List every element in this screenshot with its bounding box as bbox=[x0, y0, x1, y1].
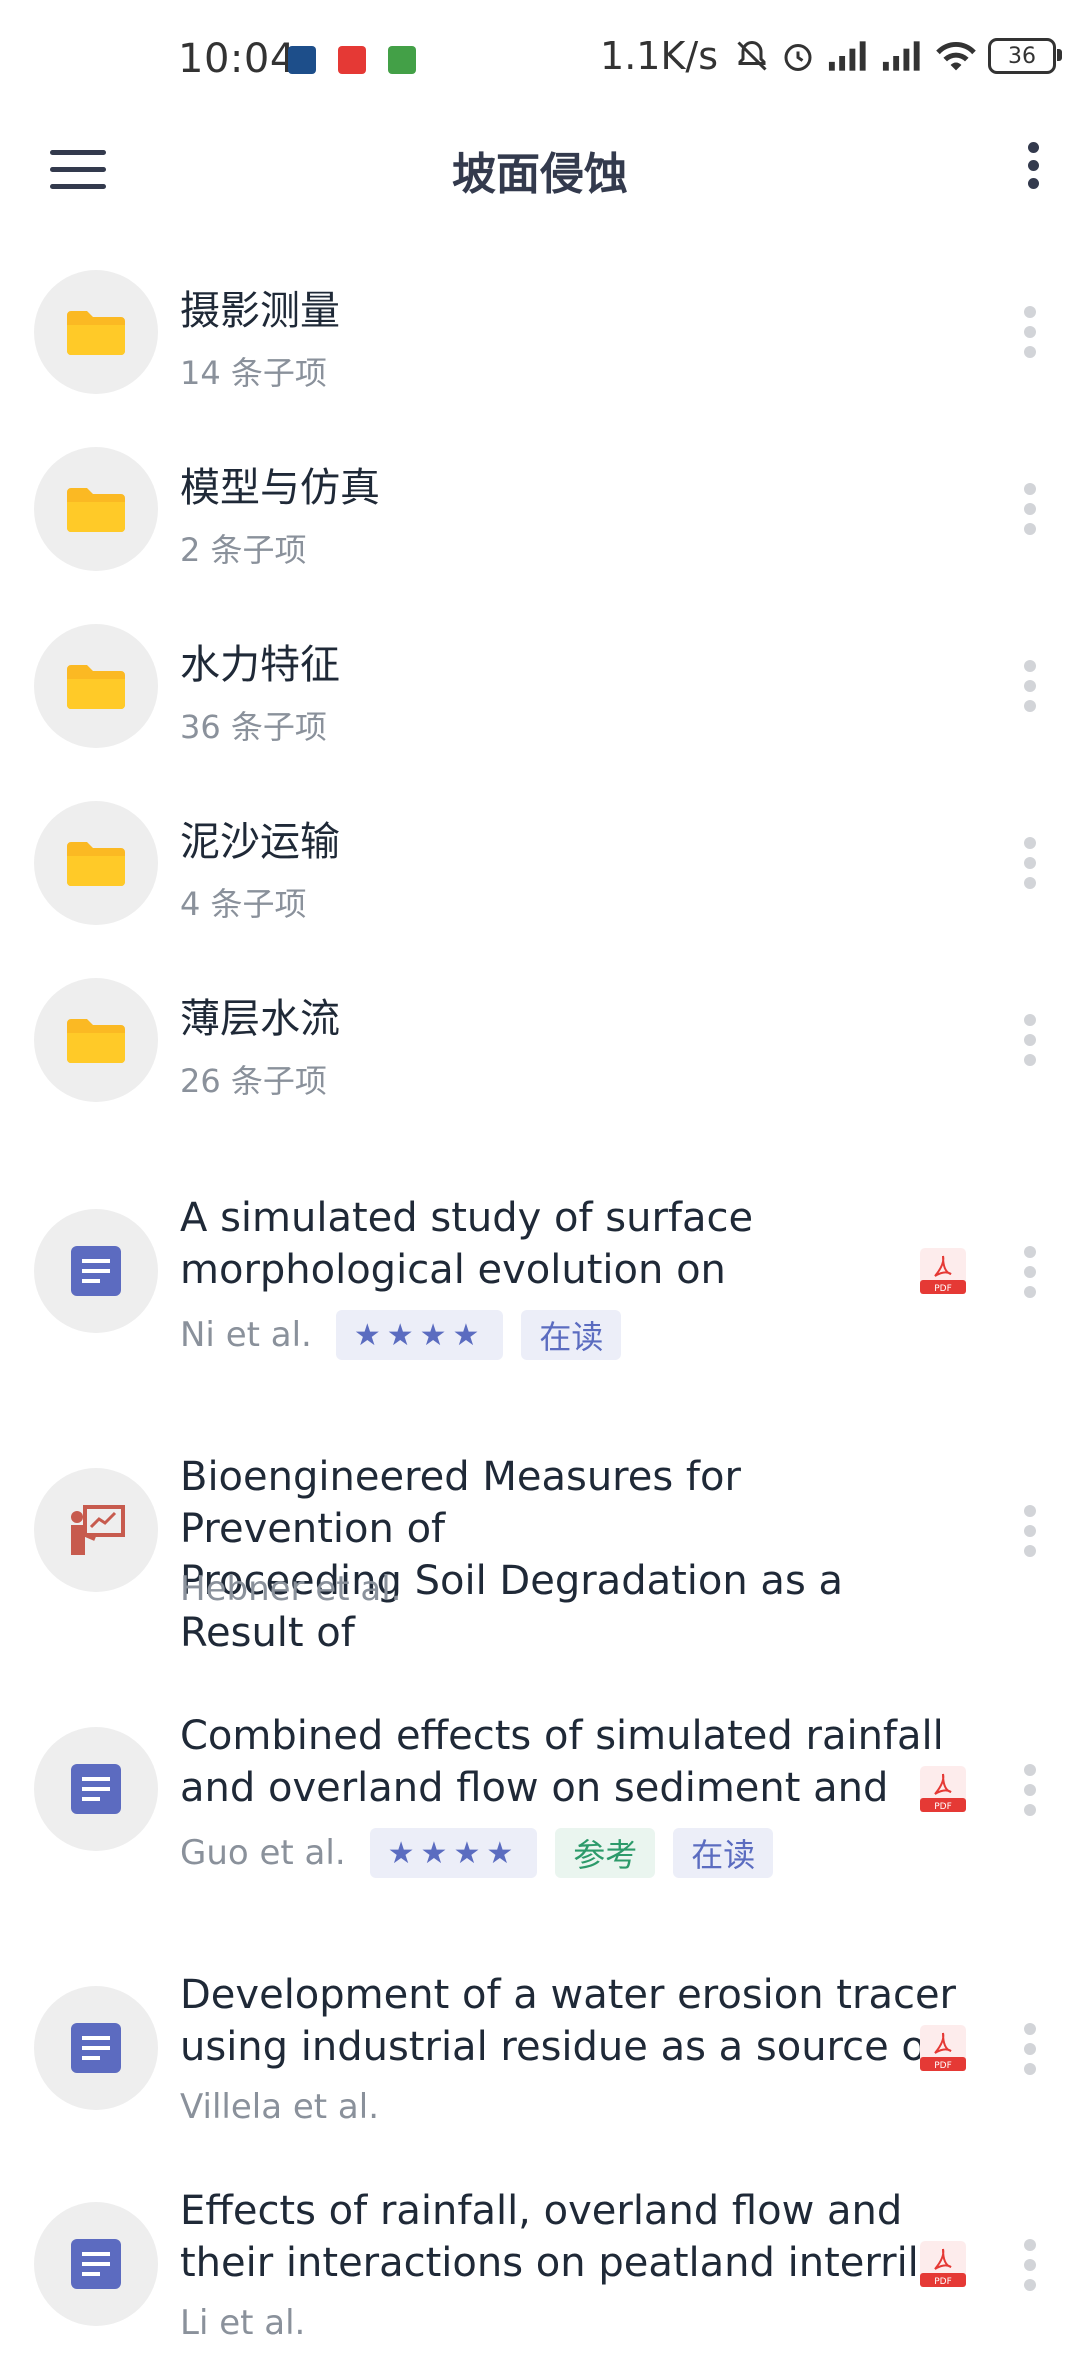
folder-name: 泥沙运输 bbox=[180, 819, 340, 865]
paper-meta: Hebner et al. bbox=[180, 1569, 407, 1609]
status-bar: 10:04 1.1K/s 36 bbox=[0, 0, 1080, 120]
signal-icon bbox=[882, 41, 920, 71]
paper-title: Effects of rainfall, overland flow and t… bbox=[180, 2185, 960, 2289]
pdf-icon[interactable]: PDF bbox=[918, 2239, 968, 2289]
pdf-icon[interactable]: PDF bbox=[918, 1246, 968, 1296]
svg-text:PDF: PDF bbox=[934, 2277, 952, 2287]
battery-saver-notification-icon bbox=[388, 46, 416, 74]
svg-text:PDF: PDF bbox=[934, 1802, 952, 1812]
tag-badge: 在读 bbox=[521, 1310, 622, 1360]
folder-count: 4 条子项 bbox=[180, 885, 307, 923]
presentation-icon bbox=[34, 1468, 158, 1592]
paper-item[interactable]: A simulated study of surface morphologic… bbox=[0, 1192, 1080, 1362]
pdf-icon[interactable]: PDF bbox=[918, 2023, 968, 2073]
paper-meta: Li et al. bbox=[180, 2303, 311, 2343]
paper-meta: Ni et al. ★★★★ 在读 bbox=[180, 1310, 622, 1360]
alarm-icon bbox=[784, 44, 812, 71]
tag-badge: 参考 bbox=[555, 1828, 656, 1878]
folder-icon bbox=[34, 978, 158, 1102]
paper-title: A simulated study of surface morphologic… bbox=[180, 1192, 960, 1296]
paper-title-line: Development of a water erosion tracer bbox=[180, 1972, 956, 2018]
paper-title-line: A simulated study of surface bbox=[180, 1195, 754, 1241]
paper-title-line: and overland flow on sediment and bbox=[180, 1765, 889, 1811]
paper-meta: Villela et al. bbox=[180, 2087, 385, 2127]
folder-icon bbox=[34, 624, 158, 748]
item-more-icon[interactable] bbox=[1024, 660, 1038, 712]
mute-bell-icon bbox=[737, 40, 767, 71]
paper-title: Bioengineered Measures for Prevention of… bbox=[180, 1451, 960, 1659]
rating-badge: ★★★★ bbox=[369, 1828, 538, 1878]
folder-count: 36 条子项 bbox=[180, 708, 327, 746]
folder-item[interactable]: 薄层水流 26 条子项 bbox=[0, 978, 1080, 1102]
folder-name: 摄影测量 bbox=[180, 288, 340, 334]
item-more-icon[interactable] bbox=[1024, 483, 1038, 535]
paper-authors: Villela et al. bbox=[180, 2087, 380, 2127]
item-more-icon[interactable] bbox=[1024, 2023, 1038, 2075]
app-notification-icon bbox=[288, 46, 316, 74]
folder-count: 26 条子项 bbox=[180, 1062, 327, 1100]
status-time: 10:04 bbox=[178, 36, 296, 82]
document-icon bbox=[34, 1209, 158, 1333]
folder-item[interactable]: 水力特征 36 条子项 bbox=[0, 624, 1080, 748]
signal-icon bbox=[828, 41, 866, 71]
page-title: 坡面侵蚀 bbox=[452, 149, 628, 200]
app-bar: 坡面侵蚀 bbox=[0, 120, 1080, 220]
paper-item[interactable]: Effects of rainfall, overland flow and t… bbox=[0, 2185, 1080, 2355]
paper-authors: Ni et al. bbox=[180, 1315, 312, 1355]
paper-title-line: their interactions on peatland interrill bbox=[180, 2240, 930, 2286]
rating-badge: ★★★★ bbox=[335, 1310, 504, 1360]
item-more-icon[interactable] bbox=[1024, 1014, 1038, 1066]
folder-icon bbox=[34, 447, 158, 571]
pdf-icon[interactable]: PDF bbox=[918, 1764, 968, 1814]
folder-name: 薄层水流 bbox=[180, 996, 340, 1042]
paper-item[interactable]: Combined effects of simulated rainfall a… bbox=[0, 1710, 1080, 1880]
battery-icon: 36 bbox=[988, 38, 1062, 74]
paper-authors: Guo et al. bbox=[180, 1833, 346, 1873]
paper-title-line: Bioengineered Measures for Prevention of bbox=[180, 1454, 741, 1552]
folder-count: 14 条子项 bbox=[180, 354, 327, 392]
folder-item[interactable]: 泥沙运输 4 条子项 bbox=[0, 801, 1080, 925]
folder-name: 水力特征 bbox=[180, 642, 340, 688]
document-icon bbox=[34, 1986, 158, 2110]
tag-badge: 在读 bbox=[673, 1828, 774, 1878]
paper-title: Combined effects of simulated rainfall a… bbox=[180, 1710, 960, 1814]
paper-title: Development of a water erosion tracer us… bbox=[180, 1969, 960, 2073]
paper-authors: Li et al. bbox=[180, 2303, 306, 2343]
folder-item[interactable]: 摄影测量 14 条子项 bbox=[0, 270, 1080, 394]
battery-level: 36 bbox=[1008, 43, 1036, 69]
folder-name: 模型与仿真 bbox=[180, 465, 380, 511]
folder-item[interactable]: 模型与仿真 2 条子项 bbox=[0, 447, 1080, 571]
paper-title-line: Effects of rainfall, overland flow and bbox=[180, 2188, 903, 2234]
item-more-icon[interactable] bbox=[1024, 2239, 1038, 2291]
svg-text:PDF: PDF bbox=[934, 1284, 952, 1294]
net-speed: 1.1K/s bbox=[600, 34, 718, 78]
paper-authors: Hebner et al. bbox=[180, 1569, 402, 1609]
item-more-icon[interactable] bbox=[1024, 1505, 1038, 1557]
item-more-icon[interactable] bbox=[1024, 306, 1038, 358]
document-icon bbox=[34, 1727, 158, 1851]
paper-title-line: Combined effects of simulated rainfall bbox=[180, 1713, 944, 1759]
wifi-icon bbox=[936, 41, 976, 71]
more-vert-icon[interactable] bbox=[1018, 142, 1048, 202]
paper-title-line: using industrial residue as a source of bbox=[180, 2024, 940, 2070]
item-more-icon[interactable] bbox=[1024, 1246, 1038, 1298]
item-more-icon[interactable] bbox=[1024, 837, 1038, 889]
item-more-icon[interactable] bbox=[1024, 1764, 1038, 1816]
paper-title-line: morphological evolution on bbox=[180, 1247, 726, 1293]
app-notification-icon bbox=[338, 46, 366, 74]
paper-item[interactable]: Bioengineered Measures for Prevention of… bbox=[0, 1451, 1080, 1656]
paper-item[interactable]: Development of a water erosion tracer us… bbox=[0, 1969, 1080, 2139]
paper-meta: Guo et al. ★★★★ 参考 在读 bbox=[180, 1828, 774, 1878]
folder-count: 2 条子项 bbox=[180, 531, 307, 569]
folder-icon bbox=[34, 270, 158, 394]
svg-text:PDF: PDF bbox=[934, 2061, 952, 2071]
status-right: 1.1K/s 36 bbox=[600, 34, 1062, 78]
folder-icon bbox=[34, 801, 158, 925]
document-icon bbox=[34, 2202, 158, 2326]
